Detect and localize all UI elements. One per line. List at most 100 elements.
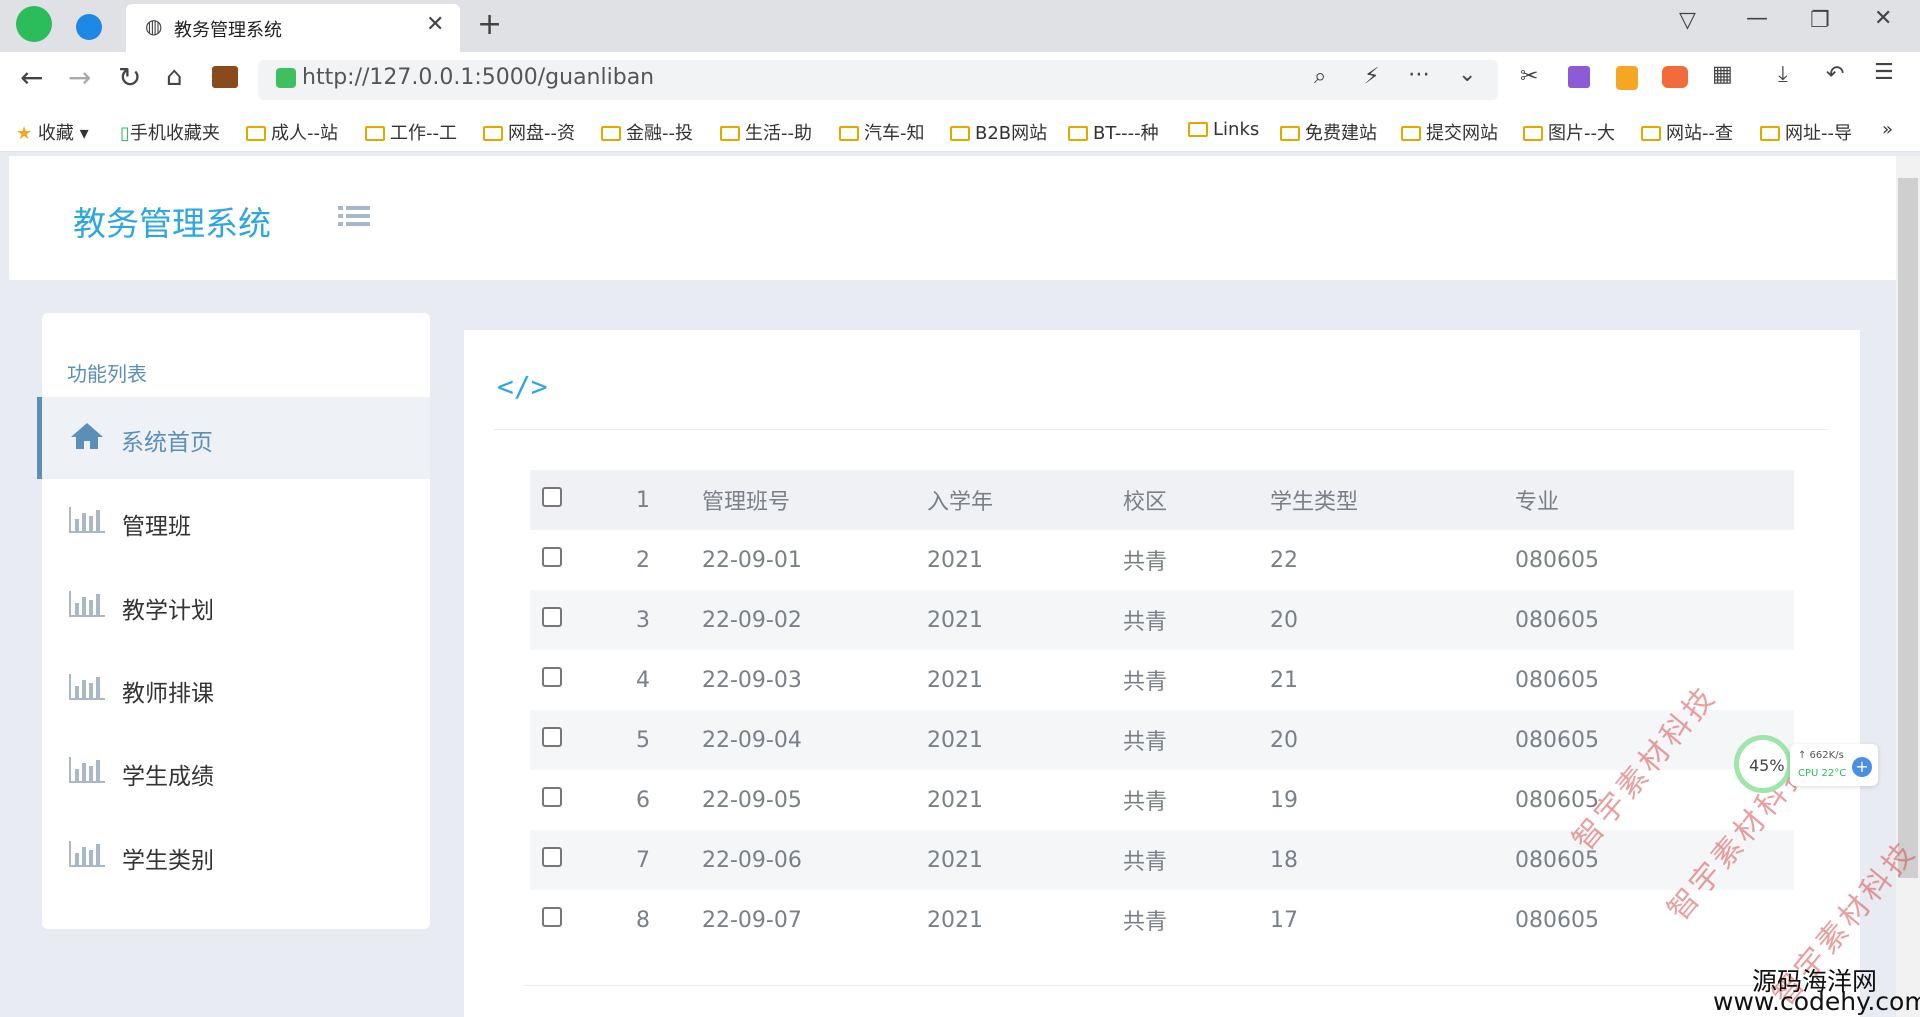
row-checkbox-cell bbox=[530, 890, 600, 950]
cell-student-type: 22 bbox=[1270, 547, 1298, 573]
scrollbar-thumb[interactable] bbox=[1898, 178, 1918, 878]
bar-chart-icon bbox=[69, 841, 105, 867]
close-tab-icon[interactable]: ✕ bbox=[426, 14, 444, 36]
close-window-icon[interactable]: ✕ bbox=[1874, 8, 1892, 30]
reload-icon[interactable]: ↻ bbox=[118, 64, 141, 92]
bookmark-item[interactable]: 网站--查 bbox=[1641, 119, 1733, 145]
header-campus[interactable]: 校区 bbox=[1123, 470, 1270, 530]
header-year[interactable]: 入学年 bbox=[927, 470, 1123, 530]
chevron-down-icon[interactable]: ⌄ bbox=[1458, 64, 1476, 86]
undo-icon[interactable]: ↶ bbox=[1826, 64, 1844, 86]
plus-icon[interactable]: + bbox=[1852, 757, 1872, 777]
sidebar-item-teacher-schedule[interactable]: 教师排课 bbox=[37, 648, 430, 730]
back-icon[interactable]: ← bbox=[20, 64, 43, 92]
row-checkbox[interactable] bbox=[542, 547, 562, 567]
bookmark-item[interactable]: 提交网站 bbox=[1401, 119, 1498, 145]
table-row[interactable]: 4 22-09-03 2021 共青 21 080605 bbox=[530, 650, 1794, 710]
table-row[interactable]: 5 22-09-04 2021 共青 20 080605 bbox=[530, 710, 1794, 770]
sidebar-item-class[interactable]: 管理班 bbox=[37, 481, 430, 563]
zoom-icon[interactable]: ⌕ bbox=[1314, 66, 1326, 88]
table-row[interactable]: 2 22-09-01 2021 共青 22 080605 bbox=[530, 530, 1794, 590]
skin-icon[interactable]: ▽ bbox=[1679, 10, 1696, 32]
header-num: 1 bbox=[636, 487, 650, 513]
sidebar-item-grades[interactable]: 学生成绩 bbox=[37, 731, 430, 813]
game-icon[interactable] bbox=[1662, 66, 1688, 88]
restore-icon[interactable]: ❐ bbox=[1810, 10, 1830, 32]
bookmark-item[interactable]: 工作--工 bbox=[365, 119, 457, 145]
apps-icon[interactable]: ▦ bbox=[1712, 64, 1733, 86]
send-icon[interactable] bbox=[76, 14, 102, 40]
sidebar-item-label: 管理班 bbox=[122, 514, 191, 540]
download-icon[interactable]: ⤓ bbox=[1778, 64, 1788, 86]
flash-icon[interactable]: ⚡ bbox=[1364, 66, 1379, 88]
cell-student-type: 20 bbox=[1270, 607, 1298, 633]
header-student-type[interactable]: 学生类型 bbox=[1270, 470, 1515, 530]
divider bbox=[494, 429, 1828, 430]
bookmark-item[interactable]: 成人--站 bbox=[246, 119, 338, 145]
row-checkbox[interactable] bbox=[542, 847, 562, 867]
header-major[interactable]: 专业 bbox=[1515, 470, 1794, 530]
row-checkbox[interactable] bbox=[542, 667, 562, 687]
browser-logo-icon[interactable] bbox=[16, 6, 52, 42]
bookmark-item[interactable]: 免费建站 bbox=[1280, 119, 1377, 145]
bookmark-item[interactable]: Links bbox=[1188, 119, 1259, 140]
bookmark-item[interactable]: 生活--助 bbox=[720, 119, 812, 145]
sidebar-item-label: 系统首页 bbox=[121, 430, 213, 456]
translate-icon[interactable] bbox=[1568, 66, 1590, 88]
bookmark-item[interactable]: 金融--投 bbox=[601, 119, 693, 145]
sidebar-item-student-category[interactable]: 学生类别 bbox=[37, 815, 430, 897]
minimize-icon[interactable]: — bbox=[1746, 8, 1768, 30]
table-row[interactable]: 3 22-09-02 2021 共青 20 080605 bbox=[530, 590, 1794, 650]
folder-icon bbox=[1401, 126, 1421, 141]
cell-student-type: 21 bbox=[1270, 667, 1298, 693]
folder-icon bbox=[1641, 126, 1661, 141]
more-icon[interactable]: ⋯ bbox=[1408, 64, 1430, 86]
folder-icon bbox=[483, 126, 503, 141]
more-bookmarks-icon[interactable]: » bbox=[1882, 119, 1893, 140]
header-class-no[interactable]: 管理班号 bbox=[680, 470, 927, 530]
shield-icon[interactable] bbox=[1616, 66, 1638, 90]
bookmark-item[interactable]: 网盘--资 bbox=[483, 119, 575, 145]
row-checkbox-cell bbox=[530, 590, 600, 650]
sidebar-item-teaching-plan[interactable]: 教学计划 bbox=[37, 565, 430, 647]
scissors-icon[interactable]: ✂ bbox=[1520, 66, 1538, 88]
cell-student-type: 18 bbox=[1270, 847, 1298, 873]
sidebar-item-home[interactable]: 系统首页 bbox=[37, 397, 430, 479]
bookmark-item[interactable]: 网址--导 bbox=[1760, 119, 1852, 145]
bar-chart-icon bbox=[69, 757, 105, 783]
bar-chart-icon bbox=[69, 591, 105, 617]
site-brand[interactable]: 教务管理系统 bbox=[73, 197, 271, 245]
select-all-checkbox[interactable] bbox=[542, 487, 562, 507]
bar-chart-icon bbox=[69, 674, 105, 700]
cell-student-type: 19 bbox=[1270, 787, 1298, 813]
cell-campus: 共青 bbox=[1123, 910, 1168, 935]
row-checkbox[interactable] bbox=[542, 727, 562, 747]
home-icon[interactable]: ⌂ bbox=[166, 64, 183, 90]
class-table: 1 管理班号 入学年 校区 学生类型 专业 2 22-09-01 2021 共青… bbox=[530, 470, 1794, 950]
menu-list-icon[interactable] bbox=[338, 204, 370, 232]
row-checkbox[interactable] bbox=[542, 607, 562, 627]
sidebar-item-label: 学生类别 bbox=[122, 848, 214, 874]
bookmark-item[interactable]: 图片--大 bbox=[1523, 119, 1615, 145]
row-checkbox[interactable] bbox=[542, 907, 562, 927]
toolbox-icon[interactable] bbox=[212, 66, 238, 88]
cell-major: 080605 bbox=[1515, 547, 1599, 573]
cell-class-no: 22-09-03 bbox=[702, 667, 802, 693]
cell-campus: 共青 bbox=[1123, 610, 1168, 635]
divider bbox=[524, 985, 1828, 986]
forward-icon[interactable]: → bbox=[68, 64, 91, 92]
cell-class-no: 22-09-01 bbox=[702, 547, 802, 573]
table-row[interactable]: 8 22-09-07 2021 共青 17 080605 bbox=[530, 890, 1794, 950]
bookmark-favorites[interactable]: ★ 收藏 ▾ bbox=[16, 119, 89, 145]
bookmark-item[interactable]: 汽车-知 bbox=[839, 119, 925, 145]
bookmark-item[interactable]: ▯手机收藏夹 bbox=[120, 119, 220, 145]
bookmark-item[interactable]: B2B网站 bbox=[950, 119, 1047, 145]
row-checkbox[interactable] bbox=[542, 787, 562, 807]
new-tab-icon[interactable]: + bbox=[477, 10, 502, 40]
sidebar-item-label: 教师排课 bbox=[122, 681, 214, 707]
bookmark-item[interactable]: BT----种 bbox=[1068, 119, 1159, 145]
menu-icon[interactable]: ☰ bbox=[1874, 62, 1894, 84]
folder-icon bbox=[365, 126, 385, 141]
monitor-cpu: CPU 22°C bbox=[1798, 768, 1847, 779]
url-text[interactable]: http://127.0.0.1:5000/guanliban bbox=[302, 65, 654, 90]
